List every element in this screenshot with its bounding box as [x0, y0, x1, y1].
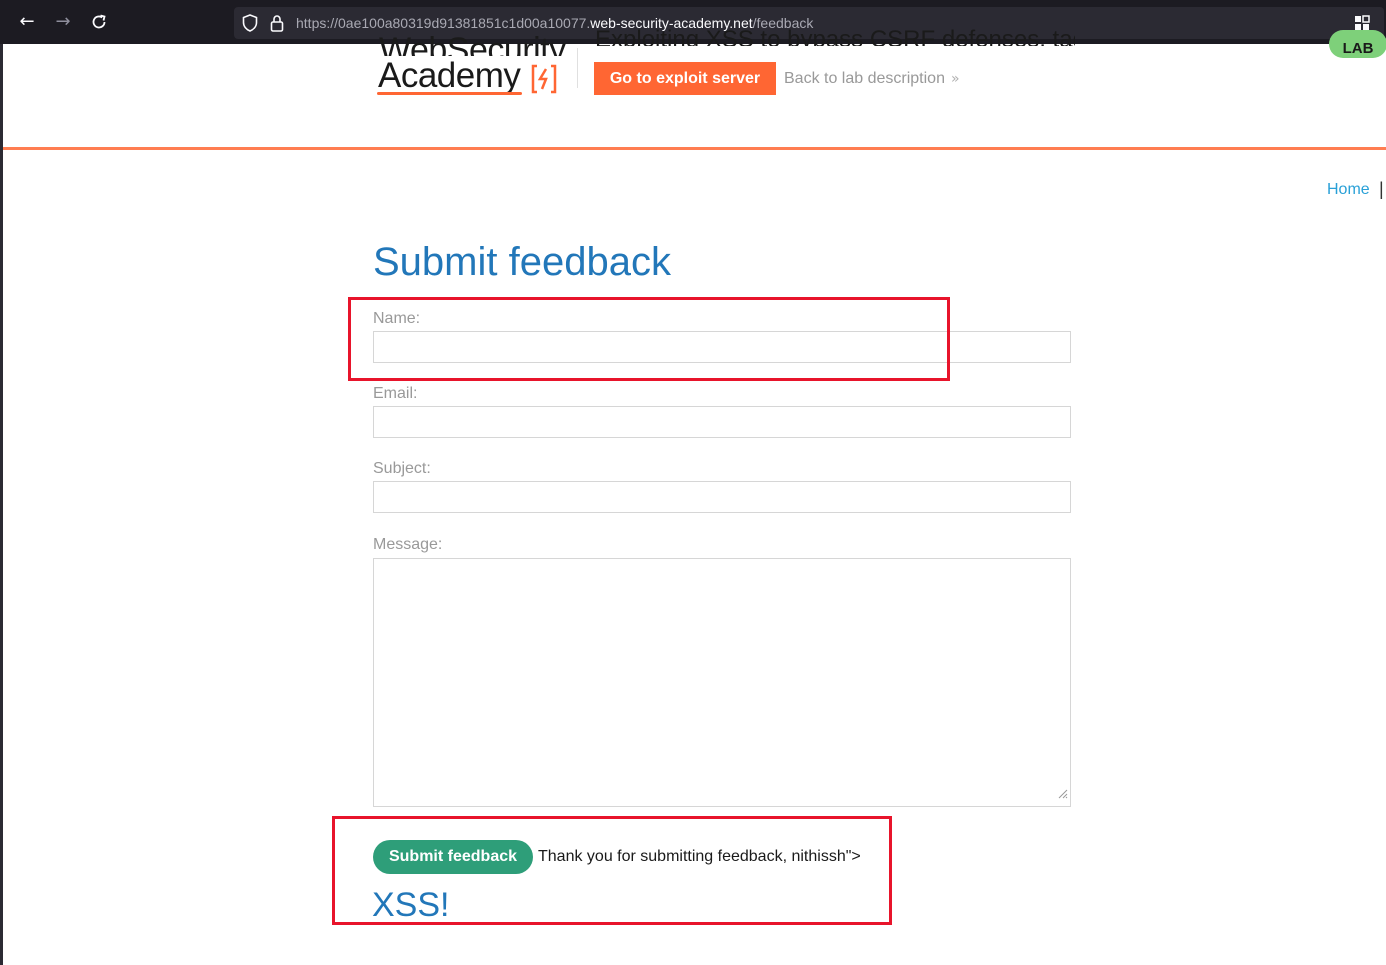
academy-logo[interactable]: WebSecurity Academy [375, 31, 580, 100]
lab-title-clip: Exploiting XSS to bypass CSRF defenses, … [595, 26, 1075, 46]
annotation-box-result [332, 816, 892, 925]
logo-underline [377, 92, 522, 95]
subject-field[interactable] [373, 481, 1071, 513]
forward-arrow-icon[interactable]: → [52, 11, 74, 33]
home-link[interactable]: Home [1327, 181, 1370, 199]
subject-label: Subject: [373, 460, 431, 477]
email-label: Email: [373, 385, 418, 402]
nav-separator: | [1379, 179, 1384, 199]
header-rule [3, 147, 1386, 150]
lightning-icon [531, 64, 557, 99]
back-arrow-icon[interactable]: ← [16, 11, 38, 33]
email-field[interactable] [373, 406, 1071, 438]
logo-text-bottom: Academy [378, 56, 521, 95]
message-label: Message: [373, 536, 443, 553]
window-edge [0, 44, 3, 965]
header-divider [577, 48, 578, 88]
logo-text-top: WebSecurity [379, 31, 566, 56]
shield-icon[interactable] [242, 14, 258, 37]
exploit-server-button[interactable]: Go to exploit server [594, 62, 776, 95]
chevron-double-right-icon: » [950, 71, 960, 87]
back-link-label: Back to lab description [784, 70, 945, 87]
lab-header: WebSecurity Academy Exploiting XSS to by… [3, 26, 1386, 149]
lock-icon[interactable] [270, 14, 284, 37]
lab-title: Exploiting XSS to bypass CSRF defenses, … [595, 26, 1075, 46]
lab-status-badge: LAB [1329, 30, 1386, 58]
back-to-description-link[interactable]: Back to lab description » [784, 70, 960, 88]
resize-grip-icon[interactable] [1056, 786, 1068, 804]
annotation-box-name-field [348, 297, 950, 381]
reload-icon[interactable] [88, 11, 110, 33]
message-field[interactable] [373, 558, 1071, 807]
page-title: Submit feedback [373, 240, 671, 284]
